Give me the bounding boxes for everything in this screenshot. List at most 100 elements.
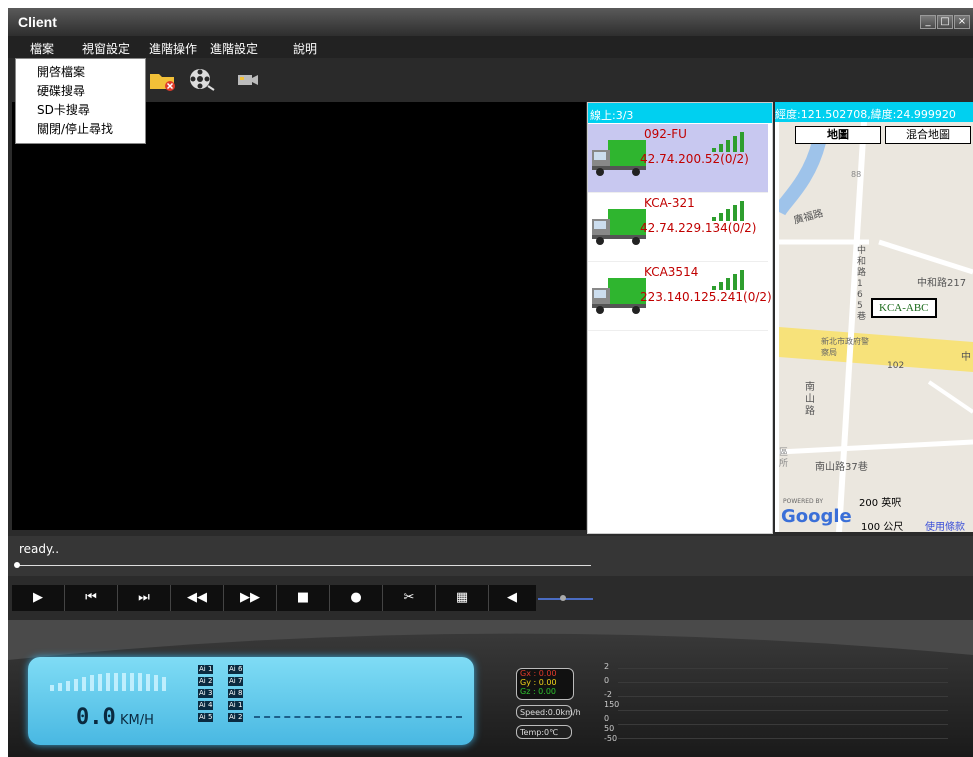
scale-feet: 200 英呎 (859, 498, 902, 509)
map-roads (779, 122, 973, 532)
map-label: 102 (887, 361, 905, 371)
reel-icon[interactable] (188, 66, 216, 92)
grid-line (618, 696, 948, 697)
speed-unit: KM/H (120, 713, 154, 728)
file-menu-dropdown: 開啓檔案 硬碟搜尋 SD卡搜尋 關閉/停止尋找 (15, 58, 146, 144)
indicator: Ai 2 (228, 713, 244, 722)
grid-line (618, 738, 948, 739)
playback-progress[interactable] (16, 565, 591, 566)
terms-link[interactable]: 使用條款 (925, 518, 965, 532)
gx-value: Gx : 0.00 (520, 669, 557, 678)
map-label: 南山路37巷 (815, 462, 868, 473)
vehicle-item[interactable]: KCA3514 223.140.125.241(0/2) (588, 262, 772, 331)
map-label: 中和路217 (917, 278, 967, 289)
speedometer-display: 0.0 KM/H Ai 1 Ai 2 Ai 3 Ai 4 Ai 5 Ai 6 A… (28, 657, 474, 745)
grid-line (618, 724, 948, 725)
stop-icon[interactable]: ■ (277, 585, 330, 611)
map-label: 區所 (779, 448, 789, 469)
vehicle-list: 線上:3/3 092-FU 42.74.200.52(0/2) KCA-321 … (587, 102, 773, 534)
axis-label: 0 (604, 676, 610, 685)
gz-value: Gz : 0.00 (520, 687, 556, 696)
record-icon[interactable]: ● (330, 585, 383, 611)
title-bar: Client _ □ × (8, 8, 973, 36)
prev-icon[interactable]: ⏮ (65, 585, 118, 611)
map-label: 新北市政府警察局 (821, 337, 869, 357)
speed-box: Speed:0.0km/h (516, 705, 581, 719)
vehicle-name: KCA3514 (644, 265, 699, 279)
indicator: Ai 8 (228, 689, 244, 698)
vehicle-marker[interactable]: KCA-ABC (871, 298, 937, 318)
indicator: Ai 1 (198, 665, 214, 674)
play-icon[interactable]: ▶ (12, 585, 65, 611)
volume-handle[interactable] (560, 595, 566, 601)
map-label: 中 (961, 352, 971, 363)
axis-label: -50 (604, 734, 618, 743)
grid-line (618, 710, 948, 711)
next-icon[interactable]: ⏭ (118, 585, 171, 611)
indicator: Ai 6 (228, 665, 244, 674)
vehicle-ip: 223.140.125.241(0/2) (640, 290, 772, 304)
status-text: ready.. (19, 542, 60, 556)
map-label: 中和路165巷 (857, 246, 867, 322)
axis-label: 50 (604, 724, 615, 733)
axis-label: 2 (604, 662, 610, 671)
indicator: Ai 5 (198, 713, 214, 722)
axis-label: 0 (604, 714, 610, 723)
fast-forward-icon[interactable]: ▶▶ (224, 585, 277, 611)
indicator: Ai 3 (198, 689, 214, 698)
menu-help[interactable]: 說明 (293, 40, 317, 57)
g-sensor-box: Gx : 0.00 Gy : 0.00 Gz : 0.00 (516, 668, 574, 700)
window-title: Client (18, 14, 57, 30)
vehicle-item[interactable]: KCA-321 42.74.229.134(0/2) (588, 193, 768, 262)
powered-by-label: POWERED BY (783, 498, 824, 505)
hybrid-map-button[interactable]: 混合地圖 (885, 126, 971, 144)
dashboard: 0.0 KM/H Ai 1 Ai 2 Ai 3 Ai 4 Ai 5 Ai 6 A… (8, 620, 973, 757)
client-window: Client _ □ × 檔案 視窗設定 進階操作 進階設定 說明 開啓檔案 硬… (8, 8, 973, 757)
menu-window-settings[interactable]: 視窗設定 (82, 40, 130, 57)
indicator: Ai 2 (198, 677, 214, 686)
map-label: 南山路 (805, 382, 815, 417)
grid-icon[interactable]: ▦ (436, 585, 489, 611)
progress-handle[interactable] (14, 562, 20, 568)
grid-line (618, 682, 948, 683)
axis-label: -2 (604, 690, 612, 699)
vehicle-item[interactable]: 092-FU 42.74.200.52(0/2) (588, 124, 768, 193)
grid-line (618, 668, 948, 669)
rewind-icon[interactable]: ◀◀ (171, 585, 224, 611)
google-logo: Google (781, 506, 852, 527)
map-coordinates: 經度:121.502708,緯度:24.999920 (775, 102, 973, 122)
menu-advanced-ops[interactable]: 進階操作 (149, 40, 197, 57)
menu-item-sd-search[interactable]: SD卡搜尋 (37, 101, 90, 118)
menu-item-open-file[interactable]: 開啓檔案 (37, 63, 85, 80)
menu-file[interactable]: 檔案 (30, 40, 54, 57)
volume-icon[interactable]: ◀ (489, 585, 535, 611)
indicator: Ai 7 (228, 677, 244, 686)
map-type-button[interactable]: 地圖 (795, 126, 881, 144)
menu-item-hdd-search[interactable]: 硬碟搜尋 (37, 82, 85, 99)
online-count: 線上:3/3 (588, 103, 772, 123)
scale-meters: 100 公尺 (861, 522, 904, 532)
io-dashes (254, 716, 462, 720)
toolbar (8, 58, 973, 102)
vehicle-name: 092-FU (644, 127, 687, 141)
menu-item-close-stop[interactable]: 關閉/停止尋找 (37, 120, 113, 137)
folder-delete-icon[interactable] (148, 66, 176, 92)
menu-advanced-settings[interactable]: 進階設定 (210, 40, 258, 57)
camera-icon[interactable] (233, 66, 261, 92)
temp-box: Temp:0℃ (516, 725, 572, 739)
cut-icon[interactable]: ✂ (383, 585, 436, 611)
status-row: ready.. (8, 536, 973, 576)
playback-controls: ▶ ⏮ ⏭ ◀◀ ▶▶ ■ ● ✂ ▦ ◀ (12, 585, 536, 611)
sensor-panel: Gx : 0.00 Gy : 0.00 Gz : 0.00 Speed:0.0k… (516, 668, 581, 748)
speed-arc (50, 673, 166, 691)
gy-value: Gy : 0.00 (520, 678, 557, 687)
sensor-graph: 2 0 -2 150 0 50 -50 (604, 662, 948, 748)
minimize-button[interactable]: _ (920, 15, 936, 29)
vehicle-ip: 42.74.200.52(0/2) (640, 152, 749, 166)
vehicle-ip: 42.74.229.134(0/2) (640, 221, 757, 235)
map-view[interactable]: 地圖 混合地圖 廣福路 88 中和路217 中 中和路165巷 新北市政府警察局… (779, 122, 973, 532)
video-viewport[interactable] (12, 102, 586, 530)
maximize-button[interactable]: □ (937, 15, 953, 29)
dashboard-trim (8, 620, 973, 660)
close-button[interactable]: × (954, 15, 970, 29)
